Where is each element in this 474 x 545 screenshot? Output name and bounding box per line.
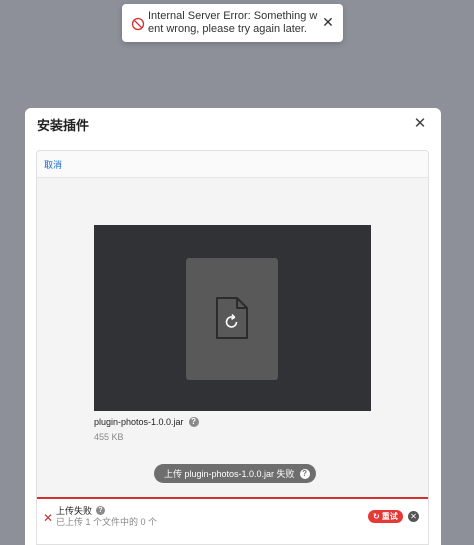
upload-failed-text: 上传 plugin-photos-1.0.0.jar 失败 [164, 469, 295, 479]
help-icon[interactable]: ? [96, 506, 106, 515]
error-x-icon: ✕ [43, 511, 54, 525]
toast-message: Internal Server Error: Something went wr… [148, 10, 318, 35]
modal-title: 安装插件 [37, 118, 90, 133]
retry-icon: ↻ [373, 512, 380, 521]
file-thumbnail [186, 258, 278, 380]
file-name: plugin-photos-1.0.0.jar [94, 417, 184, 427]
upload-failed-pill: 上传 plugin-photos-1.0.0.jar 失败 ? [154, 464, 316, 483]
upload-dashboard: 取消 plugin-photos-1.0.0.jar ? 455 KB 上传 p… [36, 150, 429, 545]
cancel-link[interactable]: 取消 [44, 158, 62, 171]
status-subtitle: 已上传 1 个文件中的 0 个 [56, 517, 158, 527]
file-retry-icon [216, 297, 248, 339]
help-icon[interactable]: ? [188, 417, 199, 427]
retry-label: 重试 [381, 512, 398, 521]
file-size: 455 KB [94, 432, 124, 442]
dashboard-topbar: 取消 [37, 151, 428, 178]
status-bar: ✕ 上传失败 ? 已上传 1 个文件中的 0 个 ↻ 重试 ✕ [37, 497, 428, 544]
file-name-row: plugin-photos-1.0.0.jar ? [94, 417, 199, 427]
install-plugin-modal: 安装插件 ✕ 取消 plugin-photos-1.0.0.jar ? 455 … [25, 108, 441, 545]
retry-button[interactable]: ↻ 重试 [368, 510, 403, 523]
error-circle-icon [131, 17, 145, 31]
modal-header: 安装插件 ✕ [25, 108, 441, 141]
help-icon[interactable]: ? [299, 468, 310, 479]
cancel-upload-icon[interactable]: ✕ [408, 511, 419, 522]
toast-close-icon[interactable]: ✕ [322, 15, 334, 29]
modal-close-icon[interactable]: ✕ [413, 116, 427, 131]
error-toast: Internal Server Error: Something went wr… [122, 4, 343, 42]
file-preview [94, 225, 371, 411]
